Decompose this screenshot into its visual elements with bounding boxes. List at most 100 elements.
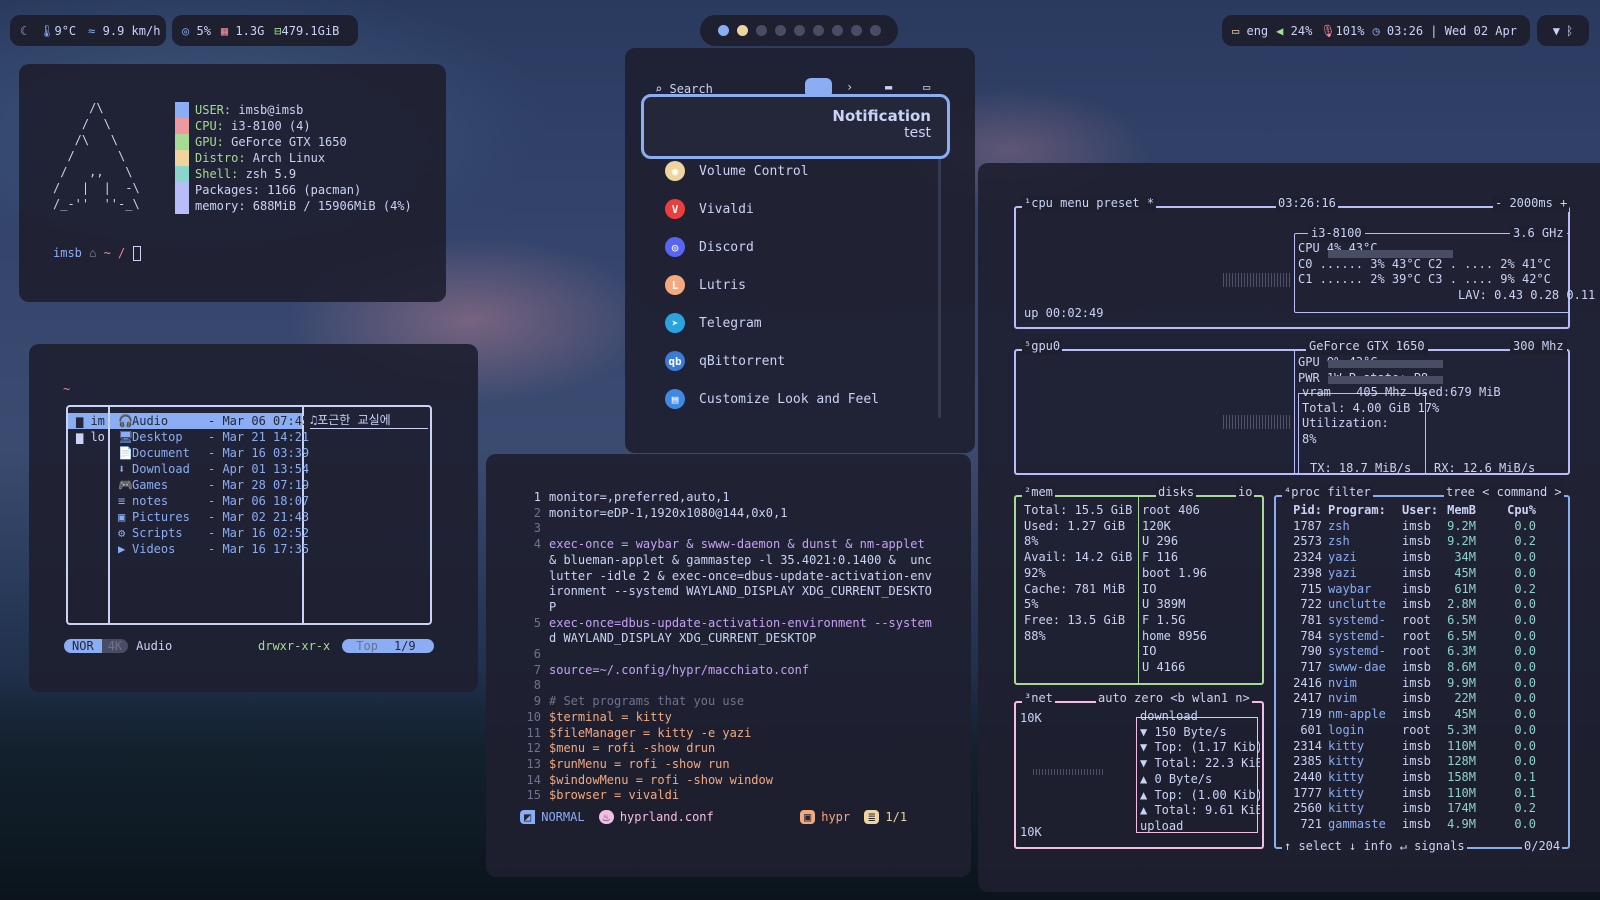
process-row[interactable]: 2385 kitty imsb 128M 0.0	[1278, 754, 1566, 770]
file-row[interactable]: ⬇ Download - Apr 01 13:54	[110, 461, 309, 477]
workspace-dot[interactable]	[736, 25, 748, 36]
code-line[interactable]: ironment --systemd WAYLAND_DISPLAY XDG_C…	[519, 584, 932, 600]
bluetooth-icon[interactable]: ᛒ	[1566, 24, 1573, 38]
code-line[interactable]: 2 monitor=eDP-1,1920x1080@144,0x0,1	[519, 506, 932, 522]
file-row[interactable]: 🎧Audio - Mar 06 07:45	[110, 413, 309, 429]
process-row[interactable]: 781 systemd-root 6.5M 0.0	[1278, 613, 1566, 629]
process-row[interactable]: 2398 yazi imsb 45M 0.0	[1278, 566, 1566, 582]
file-panes[interactable]: ▆ im ▆ lo 🎧Audio - Mar 06 07:45 🖥Desktop - M…	[66, 405, 432, 625]
app-entry[interactable]: V Vivaldi	[625, 190, 955, 228]
file-row[interactable]: 📄Document - Mar 16 03:39	[110, 445, 309, 461]
code-line[interactable]: lutter -idle 2 & exec-once=dbus-update-a…	[519, 569, 932, 585]
code-line[interactable]: 5 exec-once=dbus-update-activation-enviro…	[519, 616, 932, 632]
code-line[interactable]: 7 source=~/.config/hypr/macchiato.conf	[519, 663, 932, 679]
current-pane[interactable]: 🎧Audio - Mar 06 07:45 🖥Desktop - Mar 21 14:…	[110, 407, 309, 623]
workspace-dot[interactable]	[774, 25, 786, 36]
shell-prompt[interactable]: imsb ⌂ ~ /	[53, 246, 141, 261]
workspace-dot[interactable]	[755, 25, 767, 36]
workspace-switcher[interactable]	[700, 15, 898, 46]
code-line[interactable]: 10 $terminal = kitty	[519, 710, 932, 726]
file-row[interactable]: ⚙ Scripts - Mar 16 02:52	[110, 525, 309, 541]
volume[interactable]: ◀ 24%	[1276, 24, 1312, 38]
code-line[interactable]: 12 $menu = rofi -show drun	[519, 741, 932, 757]
parent-item[interactable]: ▆ lo	[68, 429, 108, 445]
file-row[interactable]: 🎮Games - Mar 28 07:19	[110, 477, 309, 493]
parent-item[interactable]: ▆ im	[68, 413, 108, 429]
process-table[interactable]: Pid: Program: User: MemB Cpu% 1787 zsh imsb 9.2M…	[1278, 503, 1566, 833]
code-line[interactable]: 9 # Set programs that you use	[519, 694, 932, 710]
workspace-dot[interactable]	[831, 25, 843, 36]
yazi-file-manager[interactable]: ~ ▆ im ▆ lo 🎧Audio - Mar 06 07:45 🖥Desktop -…	[29, 344, 478, 692]
process-row[interactable]: 722 unclutte imsb 2.8M 0.0	[1278, 597, 1566, 613]
update-interval[interactable]: - 2000ms +	[1493, 196, 1570, 212]
parent-pane[interactable]: ▆ im ▆ lo	[68, 407, 110, 623]
process-row[interactable]: 715 waybar imsb 61M 0.2	[1278, 582, 1566, 598]
code-line[interactable]: 13 $runMenu = rofi -show run	[519, 757, 932, 773]
proc-box-title[interactable]: ⁴proc filter	[1282, 485, 1373, 501]
code-line[interactable]: 15 $browser = vivaldi	[519, 788, 932, 804]
proc-sort[interactable]: tree < command >	[1444, 485, 1564, 501]
file-row[interactable]: ▶ Videos - Mar 16 17:35	[110, 541, 309, 557]
status-module[interactable]: ▭ eng ◀ 24% 🎙101% ◷ 03:26 | Wed 02 Apr	[1222, 15, 1530, 46]
workspace-dot[interactable]	[812, 25, 824, 36]
btop-monitor[interactable]: ¹cpu menu preset * 03:26:16 - 2000ms + u…	[978, 163, 1600, 892]
code-line[interactable]: P	[519, 600, 932, 616]
app-entry[interactable]: ➤ Telegram	[625, 304, 955, 342]
microphone[interactable]: 🎙101%	[1320, 24, 1364, 38]
net-controls[interactable]: auto zero <b wlan1 n>	[1096, 691, 1252, 707]
workspace-dot[interactable]	[869, 25, 881, 36]
app-entry[interactable]: ▤ Customize Look and Feel	[625, 380, 955, 418]
window-icon[interactable]: ▭	[923, 80, 930, 94]
process-row[interactable]: 1777 kitty imsb 110M 0.1	[1278, 786, 1566, 802]
process-row[interactable]: 601 login root 5.3M 0.0	[1278, 723, 1566, 739]
workspace-dot[interactable]	[793, 25, 805, 36]
net-line: ▲ Total: 9.61 KiB	[1140, 803, 1260, 818]
process-row[interactable]: 2417 nvim imsb 22M 0.0	[1278, 691, 1566, 707]
process-row[interactable]: 717 swww-dae imsb 8.6M 0.0	[1278, 660, 1566, 676]
keyboard-layout[interactable]: ▭ eng	[1232, 24, 1268, 38]
weather-module[interactable]: ☾ 🌡9°C ≈ 9.9 km/h	[10, 15, 166, 46]
process-row[interactable]: 2324 yazi imsb 34M 0.0	[1278, 550, 1566, 566]
workspace-dot[interactable]	[717, 25, 729, 36]
process-row[interactable]: 2573 zsh imsb 9.2M 0.2	[1278, 534, 1566, 550]
editor-buffer[interactable]: 1 monitor=,preferred,auto,1 2 monitor=eDP-1…	[519, 490, 932, 804]
wifi-icon[interactable]: ▼	[1553, 24, 1560, 38]
code-line[interactable]: 8	[519, 678, 932, 694]
app-entry[interactable]: ◎ Discord	[625, 228, 955, 266]
code-line[interactable]: 11 $fileManager = kitty -e yazi	[519, 726, 932, 742]
process-row[interactable]: 790 systemd-root 6.3M 0.0	[1278, 644, 1566, 660]
code-line[interactable]: 1 monitor=,preferred,auto,1	[519, 490, 932, 506]
run-icon[interactable]: ›	[846, 80, 853, 94]
code-line[interactable]: 3	[519, 521, 932, 537]
system-module[interactable]: ◎ 5% ▦ 1.3G ⊟479.1GiB	[172, 15, 358, 46]
neovim-editor[interactable]: 1 monitor=,preferred,auto,1 2 monitor=eDP-1…	[486, 454, 971, 877]
network-module[interactable]: ▼ ᛒ	[1537, 15, 1589, 46]
code-line[interactable]: 4 exec-once = waybar & swww-daemon & duns…	[519, 537, 932, 553]
scrollbar[interactable]	[938, 158, 941, 418]
process-row[interactable]: 721 gammaste imsb 4.9M 0.0	[1278, 817, 1566, 833]
clock[interactable]: ◷ 03:26 | Wed 02 Apr	[1372, 24, 1517, 38]
proc-footer[interactable]: ↑ select ↓ info ↵ signals	[1282, 839, 1467, 855]
code-line[interactable]: & blueman-applet & gammastep -l 35.4021:…	[519, 553, 932, 569]
app-entry[interactable]: L Lutris	[625, 266, 955, 304]
info-line: USER: imsb@imsb	[175, 102, 412, 118]
process-row[interactable]: 719 nm-apple imsb 45M 0.0	[1278, 707, 1566, 723]
process-row[interactable]: 2416 nvim imsb 9.9M 0.0	[1278, 676, 1566, 692]
file-row[interactable]: ≡ notes - Mar 06 18:07	[110, 493, 309, 509]
process-row[interactable]: 2440 kitty imsb 158M 0.1	[1278, 770, 1566, 786]
process-row[interactable]: 1787 zsh imsb 9.2M 0.0	[1278, 519, 1566, 535]
code-line[interactable]: 14 $windowMenu = rofi -show window	[519, 773, 932, 789]
workspace-dot[interactable]	[850, 25, 862, 36]
notification-popup[interactable]: Notification test	[641, 94, 950, 159]
file-row[interactable]: ▣ Pictures - Mar 02 21:43	[110, 509, 309, 525]
process-row[interactable]: 2560 kitty imsb 174M 0.2	[1278, 801, 1566, 817]
process-row[interactable]: 784 systemd-root 6.5M 0.0	[1278, 629, 1566, 645]
file-row[interactable]: 🖥Desktop - Mar 21 14:21	[110, 429, 309, 445]
process-row[interactable]: 2314 kitty imsb 110M 0.0	[1278, 739, 1566, 755]
fastfetch-terminal[interactable]: /\ / \ /\ \ / \ / ,, \ / | | -\ /_-'' ''…	[19, 64, 446, 302]
app-list[interactable]: ◉ Volume Control V Vivaldi ◎ Discord L Lutris ➤ T…	[625, 152, 955, 418]
app-entry[interactable]: qb qBittorrent	[625, 342, 955, 380]
code-line[interactable]: d WAYLAND_DISPLAY XDG_CURRENT_DESKTOP	[519, 631, 932, 647]
code-line[interactable]: 6	[519, 647, 932, 663]
folder-icon[interactable]: ▬	[885, 80, 892, 94]
